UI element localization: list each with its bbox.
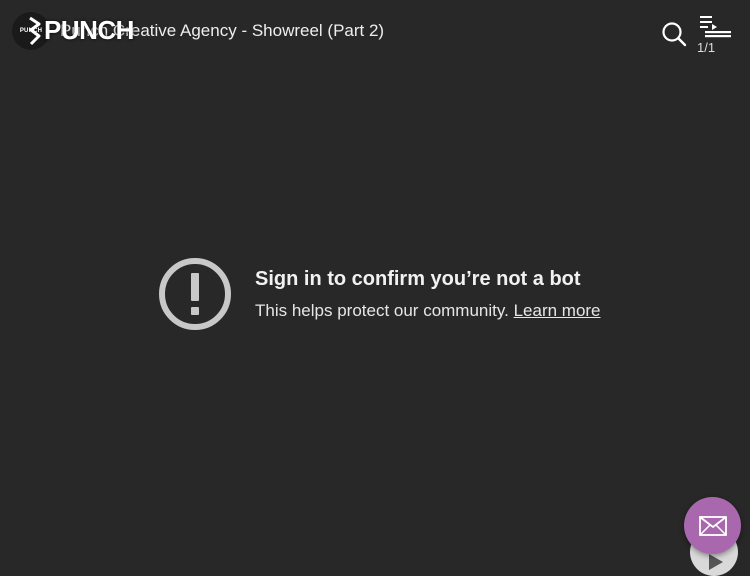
error-text: Sign in to confirm you’re not a bot This… [255,268,601,321]
brand-logo-mark-icon [29,16,41,45]
playlist-button[interactable]: 1/1 [697,14,733,56]
brand-logo: PUNCH [26,15,134,46]
bot-check-message: Sign in to confirm you’re not a bot This… [157,256,601,332]
search-icon [662,22,687,47]
search-button[interactable] [660,20,688,48]
error-heading: Sign in to confirm you’re not a bot [255,267,581,290]
playlist-count: 1/1 [697,40,716,55]
mail-icon [698,515,727,536]
playlist-icon [700,16,731,38]
mail-button[interactable] [684,497,741,554]
error-message: This helps protect our community. [255,300,509,320]
error-message-line: This helps protect our community. Learn … [255,301,601,321]
brand-logo-text: PUNCH [44,15,134,45]
learn-more-link[interactable]: Learn more [514,301,601,320]
exclamation-circle-icon [159,258,231,330]
